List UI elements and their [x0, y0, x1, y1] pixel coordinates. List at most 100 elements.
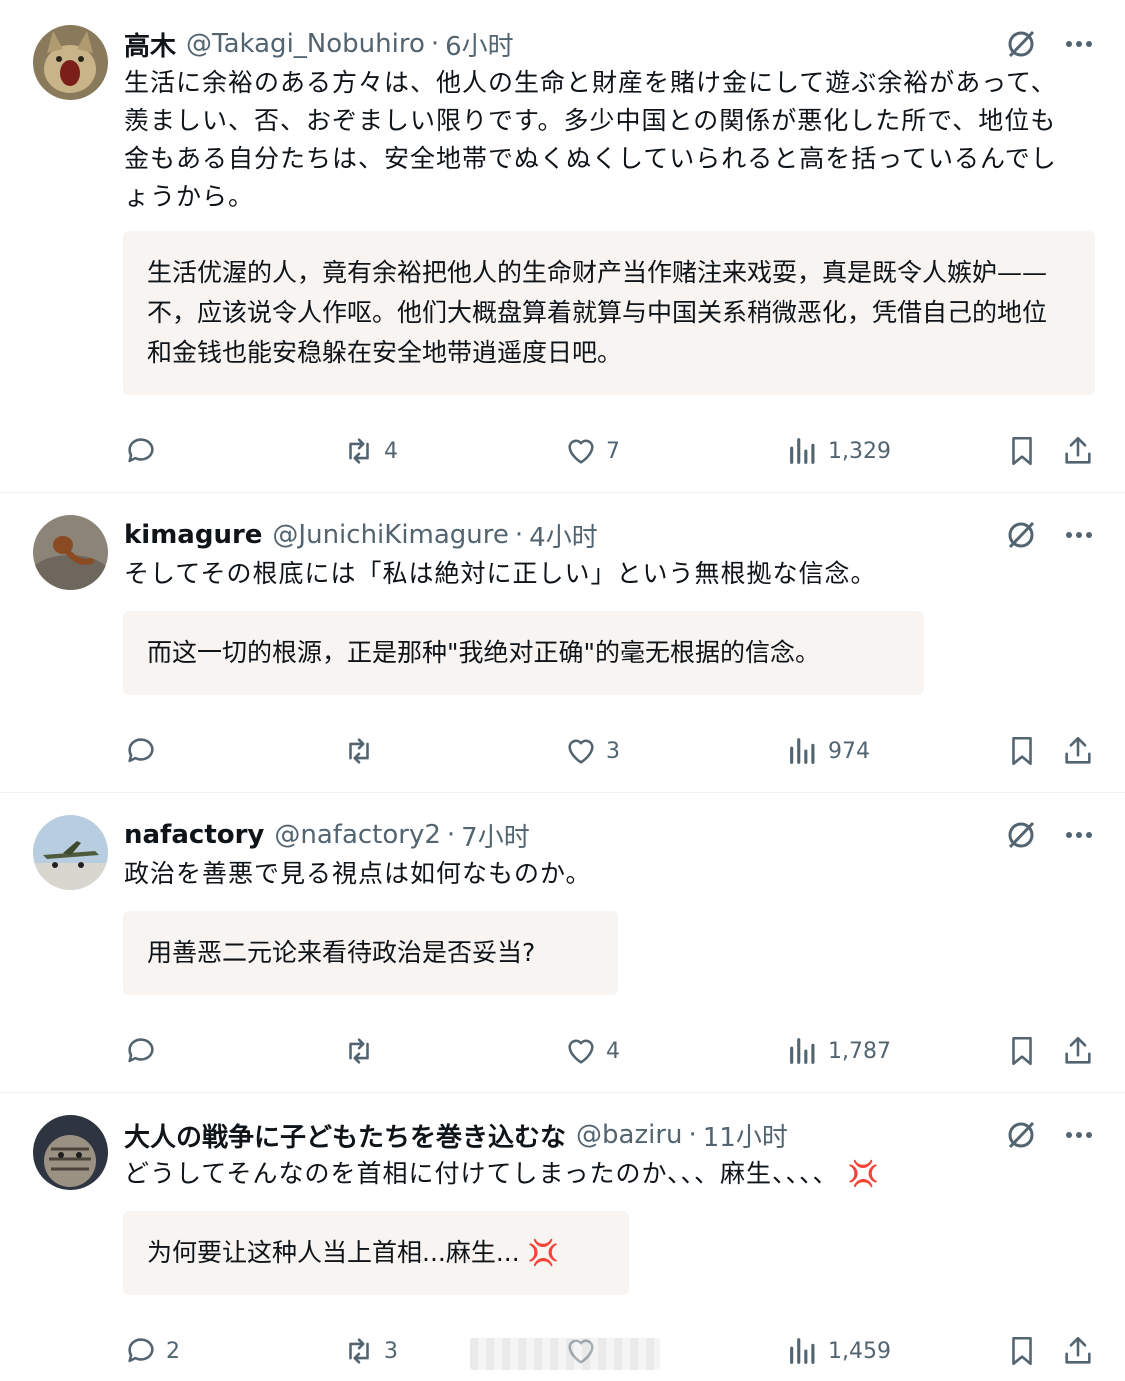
- avatar[interactable]: [33, 515, 108, 590]
- tweet-text: 生活に余裕のある方々は、他人の生命と財産を賭け金にして遊ぶ余裕があって、羨ましい…: [124, 68, 1057, 211]
- retweet-icon: [349, 738, 369, 764]
- bookmark-button[interactable]: [1005, 431, 1039, 471]
- translation-box: 生活优渥的人，竟有余裕把他人的生命财产当作赌注来戏耍，真是既令人嫉妒——不，应该…: [123, 231, 1095, 395]
- share-button[interactable]: [1061, 431, 1095, 471]
- retweet-button[interactable]: 4: [342, 431, 398, 471]
- views-button[interactable]: 974: [786, 731, 870, 771]
- translation-text: 为何要让这种人当上首相...麻生...: [147, 1238, 520, 1267]
- share-icon: [1065, 736, 1091, 764]
- reply-icon: [128, 1338, 154, 1363]
- share-icon: [1065, 1036, 1091, 1064]
- tweet[interactable]: kimagure @JunichiKimagure · 4小时 そしてその根底に…: [0, 493, 1125, 793]
- user-handle[interactable]: @Takagi_Nobuhiro: [186, 29, 425, 59]
- user-handle[interactable]: @nafactory2: [274, 820, 441, 850]
- view-count: 1,787: [828, 1038, 891, 1064]
- tweet-header: nafactory @nafactory2 · 7小时: [124, 815, 530, 855]
- display-name[interactable]: 大人の戦争に子どもたちを巻き込むな: [124, 1117, 566, 1154]
- grok-icon[interactable]: [1003, 517, 1039, 553]
- bookmark-icon: [1012, 436, 1032, 466]
- heart-icon: [568, 1039, 594, 1064]
- like-count: 4: [606, 1038, 620, 1064]
- reply-icon: [128, 738, 154, 763]
- bookmark-button[interactable]: [1005, 1031, 1039, 1071]
- share-button[interactable]: [1061, 1331, 1095, 1371]
- timestamp[interactable]: 4小时: [529, 517, 598, 554]
- reply-button[interactable]: [124, 1031, 166, 1071]
- display-name[interactable]: kimagure: [124, 520, 262, 550]
- views-button[interactable]: 1,787: [786, 1031, 891, 1071]
- grok-icon[interactable]: [1003, 817, 1039, 853]
- like-count: 3: [606, 738, 620, 764]
- bookmark-button[interactable]: [1005, 1331, 1039, 1371]
- views-button[interactable]: 1,459: [786, 1331, 891, 1371]
- views-icon: [790, 1338, 815, 1364]
- tweet-header: kimagure @JunichiKimagure · 4小时: [124, 515, 598, 555]
- action-bar: 4 1,787: [124, 1031, 1095, 1071]
- bookmark-icon: [1012, 1336, 1032, 1366]
- bookmark-icon: [1012, 1036, 1032, 1066]
- views-icon: [790, 438, 815, 464]
- view-count: 974: [828, 738, 870, 764]
- reply-button[interactable]: [124, 431, 166, 471]
- more-options-icon[interactable]: [1061, 817, 1097, 853]
- tweet-header: 高木 @Takagi_Nobuhiro · 6小时: [124, 24, 514, 64]
- retweet-button[interactable]: 3: [342, 1331, 398, 1371]
- bookmark-button[interactable]: [1005, 731, 1039, 771]
- reply-count: 2: [166, 1338, 180, 1364]
- avatar[interactable]: [33, 25, 108, 100]
- tweet[interactable]: 高木 @Takagi_Nobuhiro · 6小时 生活に余裕のある方々は、他人…: [0, 0, 1125, 493]
- avatar[interactable]: [33, 815, 108, 890]
- retweet-button[interactable]: [342, 1031, 384, 1071]
- grok-icon[interactable]: [1003, 1117, 1039, 1153]
- tweet-text: 政治を善悪で見る視点は如何なものか。: [124, 859, 592, 888]
- views-icon: [790, 738, 815, 764]
- like-button[interactable]: 4: [564, 1031, 620, 1071]
- retweet-count: 3: [384, 1338, 398, 1364]
- tweet-text: そしてその根底には「私は絶対に正しい」という無根拠な信念。: [124, 559, 877, 588]
- reply-button[interactable]: [124, 731, 166, 771]
- like-button[interactable]: 3: [564, 731, 620, 771]
- separator-dot: ·: [446, 820, 456, 850]
- reply-icon: [128, 438, 154, 463]
- action-bar: 4 7 1,329: [124, 431, 1095, 471]
- display-name[interactable]: 高木: [124, 26, 176, 63]
- like-button[interactable]: 7: [564, 431, 620, 471]
- translation-box: 用善恶二元论来看待政治是否妥当?: [123, 911, 618, 995]
- avatar[interactable]: [33, 1115, 108, 1190]
- retweet-icon: [349, 1338, 369, 1364]
- timestamp[interactable]: 7小时: [461, 817, 530, 854]
- watermark: [470, 1338, 660, 1370]
- translation-box: 而这一切的根源，正是那种"我绝对正确"的毫无根据的信念。: [123, 611, 924, 695]
- retweet-icon: [349, 1038, 369, 1064]
- view-count: 1,459: [828, 1338, 891, 1364]
- tweet[interactable]: nafactory @nafactory2 · 7小时 政治を善悪で見る視点は如…: [0, 793, 1125, 1093]
- anger-emoji: 💢: [847, 1159, 880, 1188]
- reply-feed: 高木 @Takagi_Nobuhiro · 6小时 生活に余裕のある方々は、他人…: [0, 0, 1125, 1381]
- airplane-avatar-icon: [33, 815, 108, 890]
- more-options-icon[interactable]: [1061, 517, 1097, 553]
- separator-dot: ·: [688, 1120, 697, 1150]
- retweet-icon: [349, 438, 369, 464]
- tabby-cat-avatar-icon: [33, 1115, 108, 1190]
- views-icon: [790, 1038, 815, 1064]
- separator-dot: ·: [514, 520, 524, 550]
- share-icon: [1065, 436, 1091, 464]
- views-button[interactable]: 1,329: [786, 431, 891, 471]
- retweet-button[interactable]: [342, 731, 384, 771]
- timestamp[interactable]: 11小时: [703, 1117, 788, 1154]
- user-handle[interactable]: @JunichiKimagure: [272, 520, 508, 550]
- timestamp[interactable]: 6小时: [445, 26, 514, 63]
- share-button[interactable]: [1061, 731, 1095, 771]
- separator-dot: ·: [430, 29, 440, 59]
- display-name[interactable]: nafactory: [124, 820, 264, 850]
- view-count: 1,329: [828, 438, 891, 464]
- more-options-icon[interactable]: [1061, 1117, 1097, 1153]
- share-button[interactable]: [1061, 1031, 1095, 1071]
- more-options-icon[interactable]: [1061, 26, 1097, 62]
- grok-icon[interactable]: [1003, 26, 1039, 62]
- action-bar: 3 974: [124, 731, 1095, 771]
- heart-icon: [568, 439, 594, 464]
- reply-button[interactable]: 2: [124, 1331, 180, 1371]
- user-handle[interactable]: @baziru: [576, 1120, 682, 1150]
- anger-emoji: 💢: [527, 1238, 559, 1267]
